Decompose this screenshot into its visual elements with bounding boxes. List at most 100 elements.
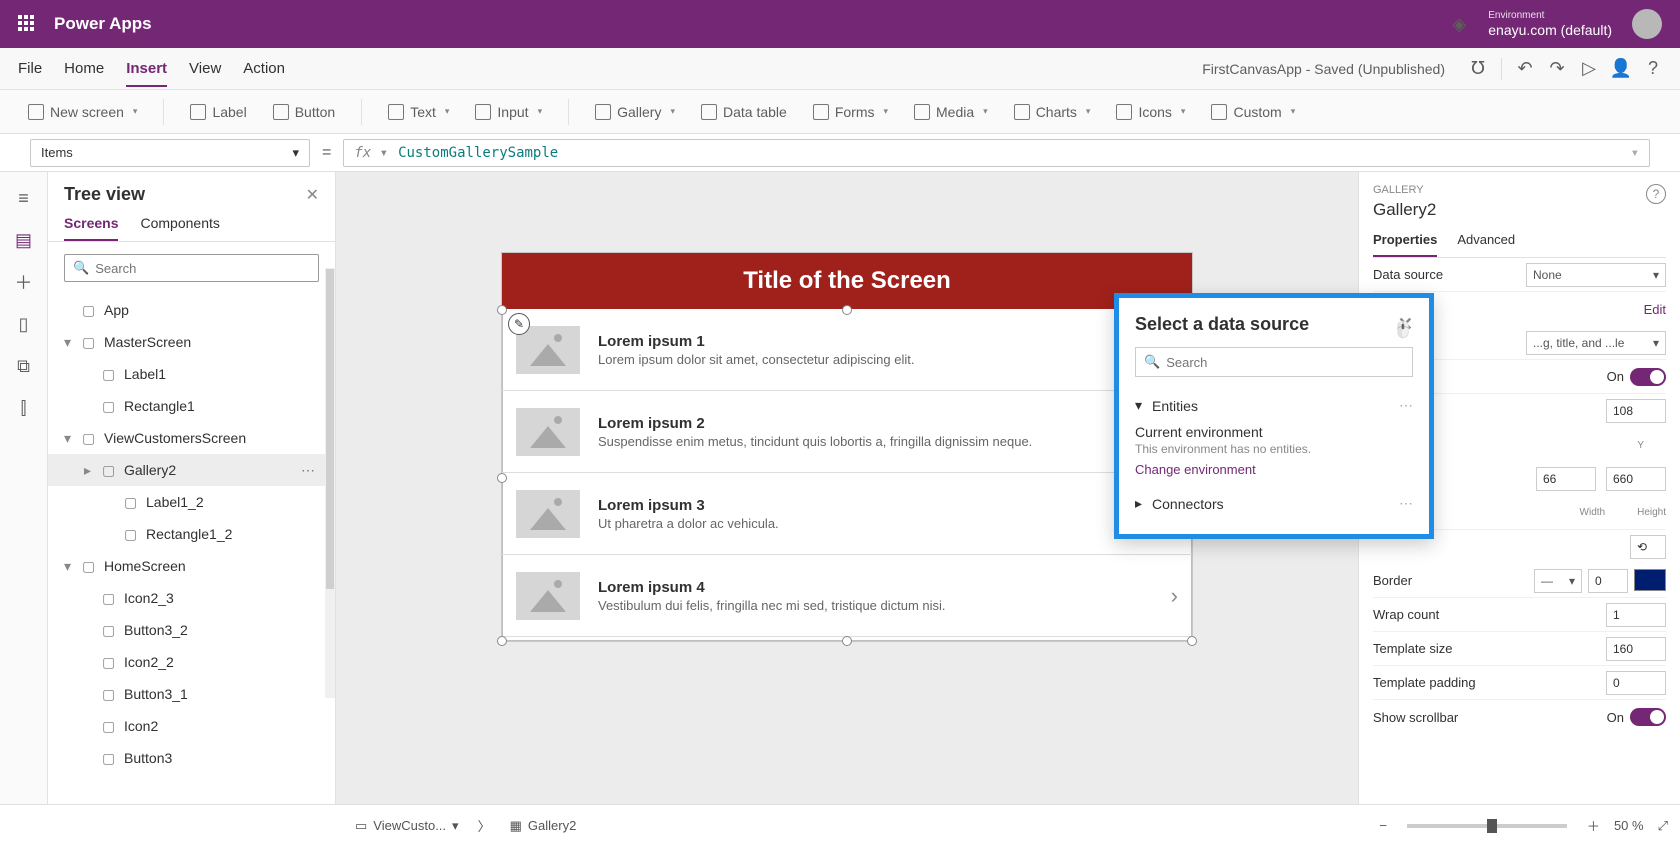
data-source-search[interactable]: 🔍 xyxy=(1135,347,1413,377)
undo-icon[interactable]: ↶ xyxy=(1516,60,1534,78)
menu-action[interactable]: Action xyxy=(243,50,285,87)
data-source-select[interactable]: None▾ xyxy=(1526,263,1666,287)
label-button[interactable]: Label xyxy=(190,104,246,120)
forms-button[interactable]: Forms xyxy=(813,104,888,120)
tree-node[interactable]: ▢Rectangle1_2 xyxy=(48,518,335,550)
show-scrollbar-toggle[interactable] xyxy=(1630,708,1666,726)
menu-file[interactable]: File xyxy=(18,50,42,87)
tree-node[interactable]: ▢Button3 xyxy=(48,742,335,774)
button-button[interactable]: Button xyxy=(273,104,335,120)
redo-icon[interactable]: ↷ xyxy=(1548,60,1566,78)
search-icon: 🔍 xyxy=(1144,354,1160,370)
tree-node[interactable]: ▾▢MasterScreen xyxy=(48,326,335,358)
tab-components[interactable]: Components xyxy=(140,215,219,241)
brand-title: Power Apps xyxy=(54,14,152,34)
gallery-row[interactable]: Lorem ipsum 4Vestibulum dui felis, fring… xyxy=(502,555,1192,637)
tree-node[interactable]: ▢Label1_2 xyxy=(48,486,335,518)
input-button[interactable]: Input xyxy=(475,104,542,120)
app-save-status: FirstCanvasApp - Saved (Unpublished) xyxy=(1202,61,1445,77)
formula-input[interactable]: fx ▾ CustomGallerySample ▾ xyxy=(343,139,1650,167)
tab-screens[interactable]: Screens xyxy=(64,215,118,241)
data-icon[interactable]: ▯ xyxy=(14,314,34,334)
gallery-button[interactable]: Gallery xyxy=(595,104,675,120)
template-padding-input[interactable]: 0 xyxy=(1606,671,1666,695)
change-environment-link[interactable]: Change environment xyxy=(1135,462,1413,477)
border-style-select[interactable]: —▾ xyxy=(1534,569,1582,593)
color-sync-icon[interactable]: ⟲ xyxy=(1630,535,1666,559)
menu-insert[interactable]: Insert xyxy=(126,50,167,87)
left-rail: ≡ ▤ ＋ ▯ ⧉ ⫿ xyxy=(0,172,48,804)
breadcrumb-gallery[interactable]: ▦ Gallery2 xyxy=(505,815,582,837)
template-size-input[interactable]: 160 xyxy=(1606,637,1666,661)
zoom-slider[interactable] xyxy=(1407,824,1567,828)
media-icon[interactable]: ⧉ xyxy=(14,356,34,376)
user-avatar[interactable] xyxy=(1632,9,1662,39)
more-icon[interactable]: ⋯ xyxy=(1399,397,1413,414)
tree-node[interactable]: ▾▢HomeScreen xyxy=(48,550,335,582)
selected-control-name[interactable]: Gallery2 xyxy=(1373,200,1666,220)
environment-picker[interactable]: Environment enayu.com (default) xyxy=(1488,10,1612,39)
status-bar: ▭ ViewCusto... ▾ 〉 ▦ Gallery2 − ＋ 50 % ⤢ xyxy=(0,804,1680,846)
menu-view[interactable]: View xyxy=(189,50,221,87)
border-width-input[interactable]: 0 xyxy=(1588,569,1628,593)
border-color-swatch[interactable] xyxy=(1634,569,1666,591)
visible-toggle[interactable] xyxy=(1630,368,1666,386)
chevron-right-icon[interactable]: › xyxy=(1171,583,1178,609)
app-checker-icon[interactable]: ℧ xyxy=(1469,60,1487,78)
tree-scrollbar[interactable] xyxy=(325,268,335,698)
tab-advanced[interactable]: Advanced xyxy=(1457,232,1515,257)
custom-button[interactable]: Custom xyxy=(1211,104,1295,120)
tree-node[interactable]: ▸▢Gallery2⋯ xyxy=(48,454,335,486)
tree-node[interactable]: ▢Button3_1 xyxy=(48,678,335,710)
screen-title: Title of the Screen xyxy=(502,253,1192,309)
data-table-button[interactable]: Data table xyxy=(701,104,787,120)
help-icon[interactable]: ? xyxy=(1644,60,1662,78)
height-input[interactable]: 660 xyxy=(1606,467,1666,491)
entities-section[interactable]: ▾Entities ⋯ xyxy=(1135,391,1413,420)
environment-icon[interactable]: ◈ xyxy=(1450,15,1468,33)
y-input[interactable]: 108 xyxy=(1606,399,1666,423)
tree-node[interactable]: ▾▢ViewCustomersScreen xyxy=(48,422,335,454)
tree-node[interactable]: ▢Rectangle1 xyxy=(48,390,335,422)
layout-select[interactable]: ...g, title, and ...le▾ xyxy=(1526,331,1666,355)
hamburger-icon[interactable]: ≡ xyxy=(14,188,34,208)
play-icon[interactable]: ▷ xyxy=(1580,60,1598,78)
media-button[interactable]: Media xyxy=(914,104,988,120)
menu-home[interactable]: Home xyxy=(64,50,104,87)
more-icon[interactable]: ⋯ xyxy=(1399,495,1413,512)
property-selector[interactable]: Items▾ xyxy=(30,139,310,167)
app-launcher-icon[interactable] xyxy=(18,15,36,33)
tree-view-icon[interactable]: ▤ xyxy=(14,230,34,250)
text-button[interactable]: Text xyxy=(388,104,449,120)
tree-search[interactable]: 🔍 xyxy=(64,254,319,282)
fit-to-window-icon[interactable]: ⤢ xyxy=(1658,818,1668,834)
charts-button[interactable]: Charts xyxy=(1014,104,1091,120)
breadcrumb-screen[interactable]: ▭ ViewCusto... ▾ xyxy=(350,815,464,837)
help-icon[interactable]: ? xyxy=(1646,184,1666,204)
gallery-row[interactable]: Lorem ipsum 1Lorem ipsum dolor sit amet,… xyxy=(502,309,1192,391)
gallery-row[interactable]: Lorem ipsum 2Suspendisse enim metus, tin… xyxy=(502,391,1192,473)
tree-node[interactable]: ▢Label1 xyxy=(48,358,335,390)
tab-properties[interactable]: Properties xyxy=(1373,232,1437,257)
icons-button[interactable]: Icons xyxy=(1116,104,1185,120)
tree-search-input[interactable] xyxy=(95,261,310,276)
edit-fields-link[interactable]: Edit xyxy=(1644,302,1666,317)
zoom-out-icon[interactable]: − xyxy=(1379,818,1387,833)
tree-node[interactable]: ▢Icon2 xyxy=(48,710,335,742)
connectors-section[interactable]: ▸Connectors ⋯ xyxy=(1135,489,1413,518)
edit-template-icon[interactable]: ✎ xyxy=(508,313,530,335)
tree-node[interactable]: ▢Button3_2 xyxy=(48,614,335,646)
new-screen-button[interactable]: New screen xyxy=(28,104,137,120)
wrap-count-input[interactable]: 1 xyxy=(1606,603,1666,627)
data-source-popover: Select a data source ✕ 🖱️ 🔍 ▾Entities ⋯ … xyxy=(1114,293,1434,539)
tree-node[interactable]: ▢Icon2_2 xyxy=(48,646,335,678)
tree-node[interactable]: ▢App xyxy=(48,294,335,326)
advanced-tools-icon[interactable]: ⫿ xyxy=(14,398,34,418)
width-input[interactable]: 66 xyxy=(1536,467,1596,491)
share-icon[interactable]: 👤 xyxy=(1612,60,1630,78)
gallery-row[interactable]: Lorem ipsum 3Ut pharetra a dolor ac vehi… xyxy=(502,473,1192,555)
zoom-in-icon[interactable]: ＋ xyxy=(1587,816,1600,835)
insert-icon[interactable]: ＋ xyxy=(14,272,34,292)
tree-node[interactable]: ▢Icon2_3 xyxy=(48,582,335,614)
close-icon[interactable]: ✕ xyxy=(306,185,319,205)
